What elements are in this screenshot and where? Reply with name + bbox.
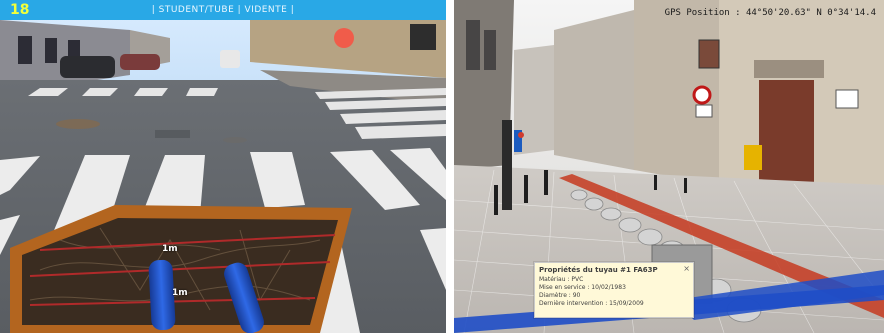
pipe-properties-popup: × Propriétés du tuyau #1 FA63P Matériau …: [534, 262, 694, 318]
popup-line: Dernière intervention : 15/09/2009: [539, 300, 644, 307]
popup-line: Mise en service : 10/02/1983: [539, 284, 626, 291]
gps-position-readout: GPS Position : 44°50'20.63" N 0°34'14.4: [664, 8, 876, 18]
popup-title: Propriétés du tuyau #1 FA63P: [539, 266, 658, 274]
hud-title: | STUDENT/TUBE | VIDENTE |: [151, 5, 295, 15]
popup-line: Diamètre : 90: [539, 292, 581, 299]
left-camera-view: 18 | STUDENT/TUBE | VIDENTE | 1m 1m: [0, 0, 446, 333]
close-icon[interactable]: ×: [683, 264, 690, 273]
dimension-label-bottom: 1m: [172, 288, 188, 298]
dimension-label-top: 1m: [162, 244, 178, 254]
left-scene-svg: [0, 0, 446, 333]
right-camera-view: GPS Position : 44°50'20.63" N 0°34'14.4 …: [454, 0, 884, 333]
hud-top-bar: 18 | STUDENT/TUBE | VIDENTE |: [0, 0, 446, 20]
popup-line: Matériau : PVC: [539, 276, 584, 283]
